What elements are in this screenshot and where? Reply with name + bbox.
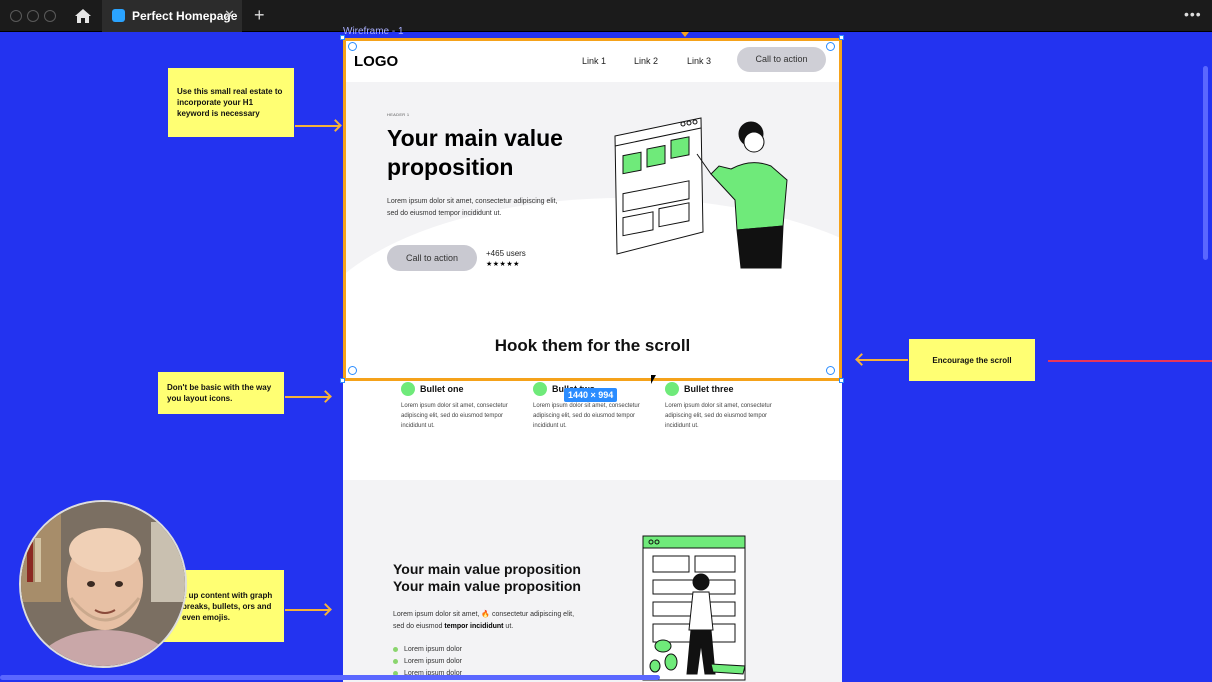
nav-link-2[interactable]: Link 2 — [634, 56, 658, 66]
arrow-right-icon — [295, 125, 339, 127]
logo: LOGO — [354, 53, 399, 70]
feature-paragraph-end: ut. — [503, 623, 514, 630]
sticky-note-text: k up content with graph breaks, bullets,… — [182, 590, 273, 622]
frame-label[interactable]: Wireframe - 1 — [343, 26, 404, 37]
feature-heading-line-2: Your main value proposition — [393, 578, 581, 594]
feature-heading: Your main value proposition Your main va… — [393, 561, 603, 595]
sticky-note-text: Encourage the scroll — [932, 355, 1012, 365]
frame-top-marker — [681, 32, 689, 37]
nav-link-1[interactable]: Link 1 — [582, 56, 606, 66]
bullet-icon — [665, 382, 679, 396]
feature-heading-line-1: Your main value proposition — [393, 561, 581, 577]
presenter-webcam — [19, 500, 187, 668]
corner-handle[interactable] — [340, 35, 345, 40]
resize-handle-bottom-left[interactable] — [348, 366, 357, 375]
resize-handle-top-right[interactable] — [826, 42, 835, 51]
presenter-video-frame — [21, 502, 185, 666]
nav-cta-button[interactable]: Call to action — [737, 47, 826, 72]
bullet-icon — [533, 382, 547, 396]
sticky-note-text: Don't be basic with the way you layout i… — [167, 383, 272, 403]
resize-handle-bottom-right[interactable] — [826, 366, 835, 375]
bullet-title: Bullet three — [684, 384, 734, 394]
connector-line — [1048, 360, 1212, 362]
corner-handle[interactable] — [839, 378, 844, 383]
hero-lead: Lorem ipsum dolor sit amet, consectetur … — [387, 198, 558, 217]
design-canvas[interactable]: Wireframe - 1 LOGO Link 1 Link 2 Link 3 … — [0, 0, 1212, 682]
bullet-title: Bullet one — [420, 384, 464, 394]
feature-list-item: Lorem ipsum dolor — [393, 658, 462, 665]
hero-headline: Your main value proposition — [387, 125, 563, 180]
bullet-text: Lorem ipsum dolor sit amet, consectetur … — [401, 403, 508, 429]
sticky-note-h1[interactable]: Use this small real estate to incorporat… — [168, 68, 294, 137]
nav-link-3[interactable]: Link 3 — [687, 56, 711, 66]
resize-handle-top-left[interactable] — [348, 42, 357, 51]
corner-handle[interactable] — [839, 35, 844, 40]
scroll-hook-heading: Hook them for the scroll — [494, 336, 691, 355]
dimensions-badge: 1440 × 994 — [564, 388, 618, 402]
user-count: +465 users — [486, 249, 526, 258]
horizontal-scrollbar[interactable] — [0, 675, 660, 680]
bullet-icon — [401, 382, 415, 396]
arrow-left-icon — [858, 359, 908, 361]
sticky-note-scroll[interactable]: Encourage the scroll — [909, 339, 1035, 381]
bullet-text: Lorem ipsum dolor sit amet, consectetur … — [533, 403, 640, 429]
vertical-scrollbar[interactable] — [1203, 66, 1208, 260]
arrow-right-icon — [285, 396, 329, 398]
sticky-note-text: Use this small real estate to incorporat… — [177, 87, 283, 118]
feature-paragraph: Lorem ipsum dolor sit amet, 🔥 consectetu… — [393, 609, 583, 633]
hero-cta-button[interactable]: Call to action — [387, 245, 477, 271]
feature-list-item: Lorem ipsum dolor — [393, 646, 462, 653]
bullet-text: Lorem ipsum dolor sit amet, consectetur … — [665, 403, 772, 429]
wireframe-nav: LOGO Link 1 Link 2 Link 3 Call to action — [343, 38, 842, 82]
hero-eyebrow: HEADER 1 — [387, 112, 410, 117]
feature-paragraph-bold: tempor incididunt — [444, 623, 504, 630]
rating-stars: ★★★★★ — [486, 261, 520, 268]
corner-handle[interactable] — [340, 378, 345, 383]
sticky-note-icons[interactable]: Don't be basic with the way you layout i… — [158, 372, 284, 414]
feature-illustration — [642, 535, 746, 681]
arrow-right-icon — [285, 609, 329, 611]
mouse-cursor-icon — [651, 375, 656, 384]
hero-illustration — [614, 117, 788, 269]
